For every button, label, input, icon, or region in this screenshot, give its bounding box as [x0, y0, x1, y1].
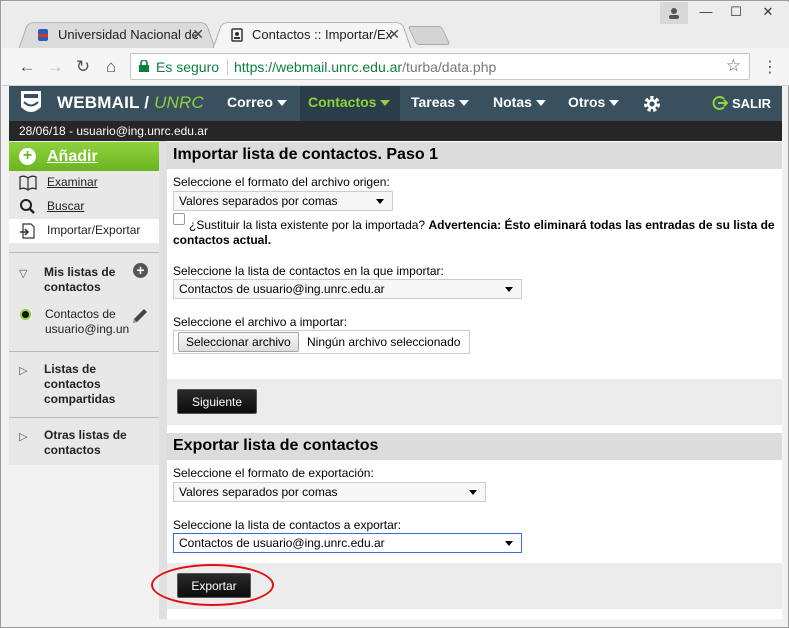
bookmark-star-icon[interactable]: ☆ — [726, 56, 741, 76]
add-contact-button[interactable]: + Añadir — [9, 142, 159, 171]
chevron-down-icon — [459, 100, 470, 107]
close-tab-icon[interactable]: ✕ — [388, 26, 400, 43]
url-text[interactable]: https://webmail.unrc.edu.ar/turba/data.p… — [234, 59, 496, 75]
export-source-label: Seleccione la lista de contactos a expor… — [173, 518, 402, 532]
choose-file-button[interactable]: Seleccionar archivo — [178, 332, 299, 352]
chevron-down-icon — [380, 100, 391, 107]
lock-icon — [139, 59, 149, 72]
plus-icon: + — [19, 148, 36, 165]
contacts-favicon-icon — [230, 28, 244, 42]
export-section-title: Exportar lista de contactos — [167, 433, 782, 460]
book-icon — [19, 175, 37, 191]
forward-button[interactable]: → — [45, 57, 65, 77]
brand-title: WEBMAIL / UNRC — [57, 93, 204, 112]
minimize-button[interactable]: — — [692, 2, 720, 24]
sidebar-my-list-item[interactable]: Contactos de usuario@ing.un — [9, 304, 159, 344]
add-list-button[interactable]: + — [133, 263, 148, 278]
expand-triangle-icon: ▽ — [19, 268, 28, 280]
chevron-down-icon — [276, 100, 287, 107]
home-button[interactable]: ⌂ — [101, 57, 121, 77]
back-button[interactable]: ← — [17, 57, 37, 77]
export-format-label: Seleccione el formato de exportación: — [173, 466, 374, 480]
export-format-select[interactable]: Valores separados por comas — [173, 482, 486, 502]
import-format-select[interactable]: Valores separados por comas — [173, 191, 393, 211]
address-bar[interactable]: Es seguro https://webmail.unrc.edu.ar/tu… — [130, 53, 750, 80]
logout-icon — [712, 96, 729, 110]
search-icon — [19, 199, 37, 215]
menu-contactos[interactable]: Contactos — [300, 86, 400, 121]
menu-tareas[interactable]: Tareas — [403, 86, 477, 121]
content-gutter — [159, 141, 167, 619]
sidebar: + Añadir Examinar Buscar Importar/Exporta… — [9, 141, 159, 465]
chevron-down-icon — [505, 541, 513, 546]
collapsed-triangle-icon: ▷ — [19, 431, 28, 443]
file-status-text: Ningún archivo seleccionado — [307, 335, 461, 349]
sidebar-divider — [9, 417, 159, 418]
tab-title: Universidad Nacional de — [58, 27, 198, 42]
import-button-bar: Siguiente — [167, 379, 782, 425]
tab-title: Contactos :: Importar/Exp — [252, 27, 392, 42]
tab-contactos[interactable]: Contactos :: Importar/Exp ✕ — [212, 19, 412, 50]
new-tab-button[interactable] — [407, 26, 451, 45]
app-header: WEBMAIL / UNRC Correo Contactos Tareas N… — [9, 86, 782, 121]
import-format-label: Seleccione el formato del archivo origen… — [173, 175, 390, 189]
sidebar-group-other-lists[interactable]: ▷ Otras listas de contactos — [9, 428, 159, 460]
selected-list-indicator — [20, 309, 31, 320]
sidebar-item-buscar[interactable]: Buscar — [9, 195, 159, 219]
chevron-down-icon — [609, 100, 620, 107]
import-target-select[interactable]: Contactos de usuario@ing.unrc.edu.ar — [173, 279, 522, 299]
collapsed-triangle-icon: ▷ — [19, 365, 28, 377]
edit-pencil-icon[interactable] — [131, 307, 149, 325]
gear-icon[interactable] — [641, 93, 663, 115]
close-tab-icon[interactable]: ✕ — [192, 26, 204, 43]
tab-unrc[interactable]: Universidad Nacional de ✕ — [18, 19, 216, 50]
sidebar-item-importar-exportar[interactable]: Importar/Exportar — [9, 219, 159, 243]
secure-label: Es seguro — [156, 59, 220, 75]
omnibox-divider — [227, 59, 228, 75]
import-section-title: Importar lista de contactos. Paso 1 — [167, 142, 782, 169]
user-info-bar: 28/06/18 - usuario@ing.unrc.edu.ar — [9, 121, 782, 141]
highlight-annotation — [151, 564, 274, 606]
chevron-down-icon — [469, 490, 477, 495]
replace-list-warning: ¿Sustituir la lista existente por la imp… — [173, 218, 775, 247]
menu-correo[interactable]: Correo — [219, 86, 295, 121]
browser-window: Universidad Nacional de ✕ Contactos :: I… — [0, 0, 789, 628]
file-input[interactable]: Seleccionar archivo Ningún archivo selec… — [173, 330, 470, 354]
profile-icon[interactable] — [660, 2, 688, 24]
tab-strip: Universidad Nacional de ✕ Contactos :: I… — [2, 2, 789, 50]
chevron-down-icon — [535, 100, 546, 107]
sidebar-group-shared-lists[interactable]: ▷ Listas de contactos compartidas — [9, 362, 159, 408]
chevron-down-icon — [505, 287, 513, 292]
browser-menu-icon[interactable]: ⋮ — [762, 57, 778, 77]
export-source-select[interactable]: Contactos de usuario@ing.unrc.edu.ar — [173, 533, 522, 553]
close-window-button[interactable]: ✕ — [754, 2, 782, 24]
logout-button[interactable]: SALIR — [712, 95, 771, 111]
menu-otros[interactable]: Otros — [560, 86, 627, 121]
sidebar-divider — [9, 351, 159, 352]
browser-toolbar: ← → ↻ ⌂ Es seguro https://webmail.unrc.e… — [2, 48, 789, 86]
unrc-favicon-icon — [36, 28, 50, 42]
sidebar-divider — [9, 252, 159, 253]
import-file-label: Seleccione el archivo a importar: — [173, 315, 348, 329]
unrc-logo-icon — [19, 89, 43, 117]
import-target-label: Seleccione la lista de contactos en la q… — [173, 264, 444, 278]
chevron-down-icon — [376, 199, 384, 204]
menu-notas[interactable]: Notas — [485, 86, 554, 121]
next-button[interactable]: Siguiente — [177, 389, 257, 414]
maximize-button[interactable]: ☐ — [722, 2, 750, 24]
import-export-icon — [19, 223, 37, 239]
sidebar-item-examinar[interactable]: Examinar — [9, 171, 159, 195]
reload-button[interactable]: ↻ — [73, 57, 93, 77]
